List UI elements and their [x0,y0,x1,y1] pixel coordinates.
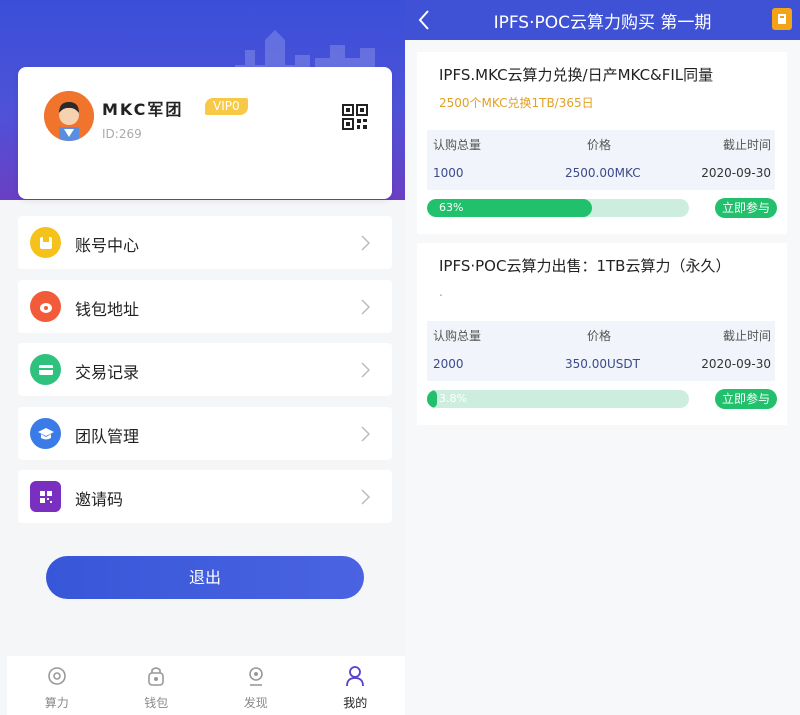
header-price: 价格 [587,329,612,343]
product-title: IPFS.MKC云算力兑换/日产MKC&FIL同量 [439,66,714,84]
share-icon[interactable] [772,8,792,30]
menu-item-label: 交易记录 [75,363,140,382]
menu-item-label: 邀请码 [75,490,124,509]
wallet-bag-icon [148,667,165,686]
product-title: IPFS·POC云算力出售：1TB云算力（永久） [439,257,731,275]
tab-label: 我的 [343,696,368,710]
vip-badge: VIP0 [205,98,248,115]
product-subtitle: . [439,285,443,299]
logout-button[interactable]: 退出 [46,556,364,599]
chevron-right-icon [361,235,370,251]
product-info-table: 认购总量 价格 截止时间 1000 2500.00MKC 2020-09-30 [427,130,775,190]
tab-wallet[interactable]: 钱包 [107,656,207,715]
chevron-right-icon [361,362,370,378]
tab-discover[interactable]: 发现 [206,656,306,715]
purchase-page: IPFS·POC云算力购买 第一期 IPFS.MKC云算力兑换/日产MKC&FI… [405,0,800,715]
wallet-icon [30,291,61,322]
header-total: 认购总量 [433,138,482,152]
header-deadline: 截止时间 [722,329,771,343]
tab-label: 算力 [44,696,69,710]
account-icon [30,227,61,258]
qrcode-icon [30,481,61,512]
tab-mine[interactable]: 我的 [306,656,406,715]
join-now-button[interactable]: 立即参与 [715,198,777,218]
avatar[interactable] [44,91,94,141]
product-subtitle: 2500个MKC兑换1TB/365日 [439,96,594,110]
username: MKC军团 [102,100,184,119]
total-value: 1000 [433,166,464,180]
discover-icon [248,667,263,686]
total-value: 2000 [433,357,464,371]
menu-item-account-center[interactable]: 账号中心 [18,216,392,269]
qrcode-icon[interactable] [342,104,368,130]
user-icon [346,666,365,687]
progress-bar: 3.8% [427,390,689,408]
progress-bar: 63% [427,199,689,217]
card-icon [30,354,61,385]
progress-label: 3.8% [439,392,467,405]
user-id: ID:269 [102,127,142,141]
tab-hashrate[interactable]: 算力 [7,656,107,715]
progress-fill [427,390,437,408]
product-info-table: 认购总量 价格 截止时间 2000 350.00USDT 2020-09-30 [427,321,775,381]
hashrate-icon [47,667,66,685]
join-now-button[interactable]: 立即参与 [715,389,777,409]
top-navigation-bar: IPFS·POC云算力购买 第一期 [405,0,800,40]
menu-item-label: 团队管理 [75,427,140,446]
chevron-right-icon [361,426,370,442]
tab-label: 发现 [243,696,268,710]
deadline-value: 2020-09-30 [701,166,771,180]
menu-item-transaction-records[interactable]: 交易记录 [18,343,392,396]
header-deadline: 截止时间 [722,138,771,152]
menu-item-label: 账号中心 [75,236,140,255]
chevron-right-icon [361,299,370,315]
header-price: 价格 [587,138,612,152]
menu-item-wallet-address[interactable]: 钱包地址 [18,280,392,333]
page-title: IPFS·POC云算力购买 第一期 [493,13,712,33]
product-card: IPFS·POC云算力出售：1TB云算力（永久） . 认购总量 价格 截止时间 … [417,243,787,425]
profile-page: MKC军团 VIP0 ID:269 账号中心 钱包地址 交易记录 团队管理 邀请… [0,0,405,715]
graduation-cap-icon [30,418,61,449]
menu-item-label: 钱包地址 [75,300,140,319]
deadline-value: 2020-09-30 [701,357,771,371]
menu-item-team-management[interactable]: 团队管理 [18,407,392,460]
bottom-tab-bar: 算力 钱包 发现 我的 [7,656,405,715]
price-value: 2500.00MKC [565,166,641,180]
menu-item-invite-code[interactable]: 邀请码 [18,470,392,523]
price-value: 350.00USDT [565,357,640,371]
profile-card: MKC军团 VIP0 ID:269 [18,67,392,199]
chevron-right-icon [361,489,370,505]
progress-label: 63% [439,201,464,214]
tab-label: 钱包 [144,696,169,710]
product-card: IPFS.MKC云算力兑换/日产MKC&FIL同量 2500个MKC兑换1TB/… [417,52,787,234]
header-total: 认购总量 [433,329,482,343]
